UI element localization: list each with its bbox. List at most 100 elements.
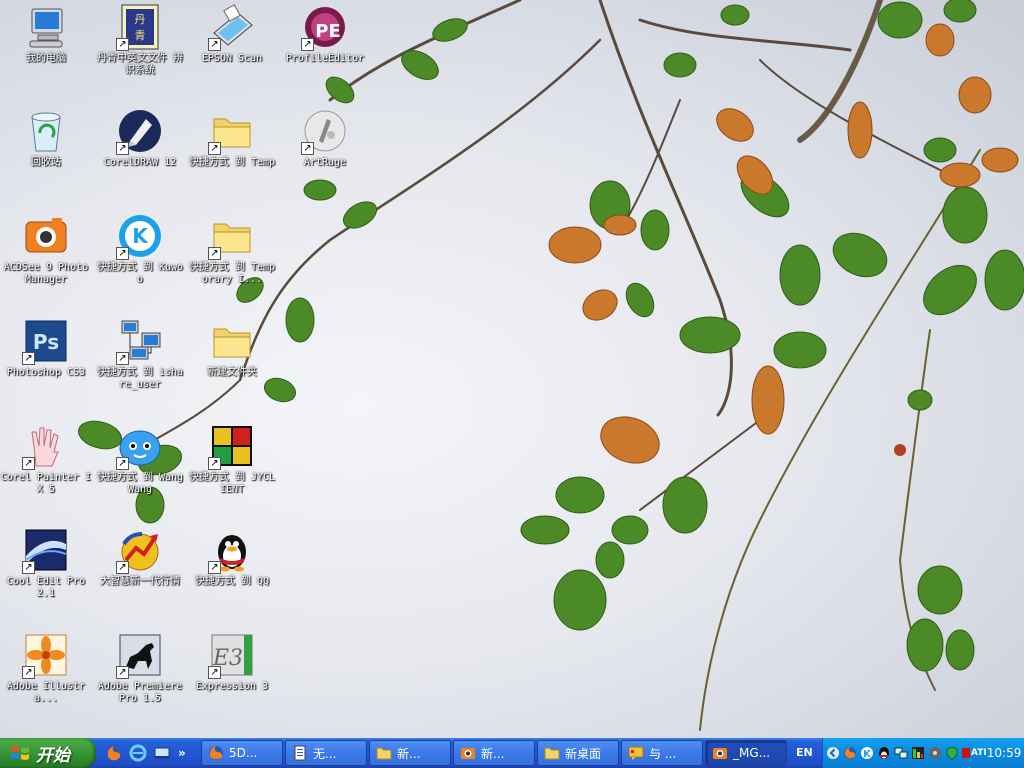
task-label: 新... xyxy=(481,746,505,761)
acdsee-icon xyxy=(461,748,475,759)
artrage-icon: ↗ xyxy=(301,107,349,155)
task-button-chat[interactable]: 与 ... xyxy=(621,740,703,766)
task-label: 与 ... xyxy=(649,746,677,761)
desktop-icon-label: 快捷方式 到 QQ xyxy=(194,576,270,587)
desktop-icon-temp-folder[interactable]: ↗ 快捷方式 到 Temp xyxy=(186,107,278,211)
task-label: _MG... xyxy=(733,746,771,760)
qq-penguin-icon: ↗ xyxy=(208,526,256,574)
start-button[interactable]: 开始 xyxy=(0,738,96,768)
desktop-icon-label: Cool Edit Pro 2.1 xyxy=(6,576,86,599)
premiere-horse-icon: ↗ xyxy=(116,631,164,679)
desktop-icon-new-folder[interactable]: 新建文件夹 xyxy=(186,317,278,421)
task-button-acdsee-active[interactable]: _MG... xyxy=(705,740,787,766)
desktop-icon-jyclient[interactable]: ↗ 快捷方式 到 JYCLIENT xyxy=(186,422,278,526)
desktop-icon-label: ArtRage xyxy=(303,157,347,168)
shortcut-arrow-icon: ↗ xyxy=(116,561,129,574)
task-button-folder-1[interactable]: 新... xyxy=(369,740,451,766)
desktop-icon-wangwang[interactable]: ↗ 快捷方式 到 WangWang xyxy=(94,422,186,526)
task-label: 无... xyxy=(313,746,337,761)
desktop-icon-illustrator[interactable]: ↗ Adobe Illustra... xyxy=(0,631,92,735)
desktop-icon-dazhihui[interactable]: ↗ 大智慧新一代行情 xyxy=(94,526,186,630)
task-label: 新桌面 xyxy=(565,746,602,761)
shortcut-arrow-icon: ↗ xyxy=(22,666,35,679)
desktop-icon-temporary-folder[interactable]: ↗ 快捷方式 到 Temporary I... xyxy=(186,212,278,316)
firefox-icon xyxy=(209,746,223,760)
desktop-icon-label: 快捷方式 到 Temp xyxy=(188,157,276,168)
firefox-tray-icon[interactable] xyxy=(843,746,857,760)
shortcut-arrow-icon: ↗ xyxy=(116,247,129,260)
desktop-icon-recycle-bin[interactable]: 回收站 xyxy=(0,107,92,211)
language-indicator[interactable]: EN xyxy=(796,738,813,768)
desktop[interactable]: 我的电脑 丹青 ↗ 丹青中英文文件 辨识系统 ↗ EPSON Scan PE ↗… xyxy=(0,0,1024,738)
shortcut-arrow-icon: ↗ xyxy=(116,352,129,365)
desktop-icon-ishare-user[interactable]: ↗ 快捷方式 到 ishare_user xyxy=(94,317,186,421)
desktop-icon-premiere[interactable]: ↗ Adobe Premiere Pro 1.5 xyxy=(94,631,186,735)
desktop-icon-acdsee[interactable]: ACDSee 9 Photo Manager xyxy=(0,212,92,316)
show-desktop-icon xyxy=(154,747,170,759)
task-button-firefox[interactable]: 5D... xyxy=(201,740,283,766)
acdsee-icon xyxy=(22,212,70,260)
desktop-icon-label: 我的电脑 xyxy=(26,53,66,64)
profile-editor-icon: PE ↗ xyxy=(301,3,349,51)
desktop-icon-label: 快捷方式 到 JYCLIENT xyxy=(188,472,276,495)
desktop-icon-corel-painter[interactable]: ↗ Corel Painter IX 5 xyxy=(0,422,92,526)
firefox-icon xyxy=(106,745,122,761)
svg-text:Ps: Ps xyxy=(33,330,59,354)
desktop-icon-epson-scan[interactable]: ↗ EPSON Scan xyxy=(186,3,278,107)
shield-tray-icon[interactable] xyxy=(945,746,959,760)
quicklaunch-firefox[interactable] xyxy=(104,743,124,763)
task-button-document[interactable]: 无... xyxy=(285,740,367,766)
taskbar: 开始 » 5D... 无... 新... 新... 新桌面 与 ... _MG.… xyxy=(0,738,1024,768)
svg-text:青: 青 xyxy=(135,29,146,42)
desktop-icon-profile-editor[interactable]: PE ↗ ProfileEditor xyxy=(279,3,371,107)
shortcut-arrow-icon: ↗ xyxy=(208,561,221,574)
quicklaunch-chevron[interactable]: » xyxy=(178,746,186,760)
ie-icon xyxy=(129,744,147,762)
start-label: 开始 xyxy=(36,745,70,766)
expression-icon: E3 ↗ xyxy=(208,631,256,679)
qq-tray-icon[interactable] xyxy=(877,746,891,760)
folder-icon xyxy=(208,317,256,365)
desktop-icon-label: 大智慧新一代行情 xyxy=(100,576,180,587)
ati-logo-icon xyxy=(962,748,970,758)
shortcut-arrow-icon: ↗ xyxy=(301,38,314,51)
dazhihui-icon: ↗ xyxy=(116,526,164,574)
tray-collapse-icon[interactable] xyxy=(826,746,840,760)
shortcut-arrow-icon: ↗ xyxy=(116,457,129,470)
desktop-icon-cool-edit[interactable]: ↗ Cool Edit Pro 2.1 xyxy=(0,526,92,630)
desktop-icon-danqing-ocr[interactable]: 丹青 ↗ 丹青中英文文件 辨识系统 xyxy=(94,3,186,107)
desktop-icon-label: CorelDRAW 12 xyxy=(103,157,177,168)
disk-tray-icon[interactable] xyxy=(928,746,942,760)
desktop-icon-label: 丹青中英文文件 辨识系统 xyxy=(96,53,184,76)
kuwo-tray-icon[interactable]: K xyxy=(860,746,874,760)
volume-meter-icon[interactable] xyxy=(911,746,925,760)
illustrator-flower-icon: ↗ xyxy=(22,631,70,679)
task-button-acdsee-1[interactable]: 新... xyxy=(453,740,535,766)
shortcut-arrow-icon: ↗ xyxy=(208,38,221,51)
chat-icon xyxy=(628,746,644,760)
desktop-icon-qq[interactable]: ↗ 快捷方式 到 QQ xyxy=(186,526,278,630)
folder-icon: ↗ xyxy=(208,107,256,155)
desktop-icon-coreldraw[interactable]: ↗ CorelDRAW 12 xyxy=(94,107,186,211)
network-computer-icon: ↗ xyxy=(116,317,164,365)
task-button-new-desktop[interactable]: 新桌面 xyxy=(537,740,619,766)
clock[interactable]: 10:59 xyxy=(987,746,1022,760)
ati-tray-icon[interactable]: ATI xyxy=(962,746,987,760)
folder-icon: ↗ xyxy=(208,212,256,260)
desktop-icon-photoshop[interactable]: Ps ↗ Photoshop CS3 xyxy=(0,317,92,421)
desktop-icon-label: 快捷方式 到 ishare_user xyxy=(96,367,184,390)
shortcut-arrow-icon: ↗ xyxy=(22,352,35,365)
ati-label: ATI xyxy=(971,748,987,758)
desktop-icon-label: EPSON Scan xyxy=(201,53,263,64)
network-tray-icon[interactable] xyxy=(894,746,908,760)
desktop-icon-expression[interactable]: E3 ↗ Expression 3 xyxy=(186,631,278,735)
quicklaunch-ie[interactable] xyxy=(128,743,148,763)
desktop-icon-kuwo[interactable]: K ↗ 快捷方式 到 Kuwoo xyxy=(94,212,186,316)
shortcut-arrow-icon: ↗ xyxy=(22,457,35,470)
svg-text:PE: PE xyxy=(315,21,341,42)
windows-flag-icon xyxy=(11,746,29,760)
quicklaunch-show-desktop[interactable] xyxy=(152,743,172,763)
photoshop-icon: Ps ↗ xyxy=(22,317,70,365)
desktop-icon-artrage[interactable]: ↗ ArtRage xyxy=(279,107,371,211)
desktop-icon-my-computer[interactable]: 我的电脑 xyxy=(0,3,92,107)
